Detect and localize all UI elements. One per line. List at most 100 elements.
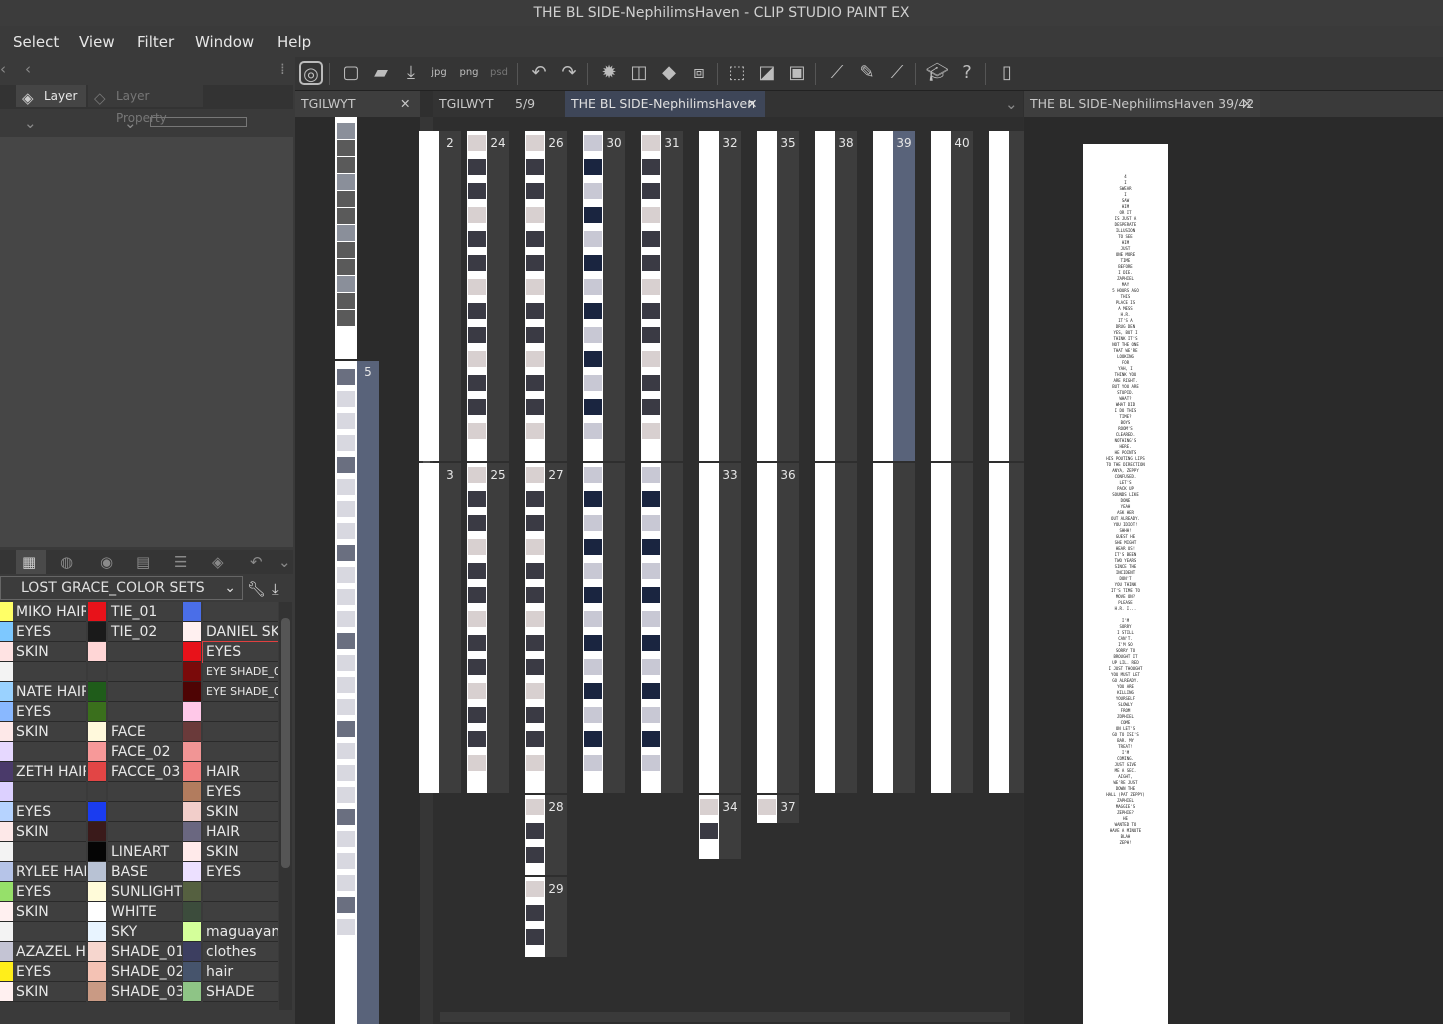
color-name[interactable] [108, 702, 182, 722]
chevron-left-icon[interactable]: ‹ [0, 60, 6, 78]
color-name[interactable] [203, 882, 278, 902]
color-swatch[interactable] [183, 642, 201, 662]
color-swatch[interactable] [183, 922, 201, 942]
color-swatch[interactable] [183, 742, 201, 762]
color-name[interactable] [203, 902, 278, 922]
color-name[interactable] [203, 722, 278, 742]
color-swatch[interactable] [0, 722, 13, 742]
deselect-icon[interactable]: ⬚ [725, 61, 749, 85]
color-name[interactable] [108, 662, 182, 682]
chevron-down-icon[interactable]: ⌄ [278, 553, 291, 571]
color-name[interactable]: FACE [108, 722, 182, 742]
color-name[interactable]: HAIR [203, 822, 278, 842]
color-swatch[interactable] [0, 942, 13, 962]
opacity-slider[interactable] [150, 117, 247, 127]
close-icon[interactable]: ✕ [1242, 91, 1252, 117]
page-thumbnail[interactable] [419, 131, 439, 461]
color-name[interactable]: SKY [108, 922, 182, 942]
color-swatch[interactable] [0, 742, 13, 762]
tab-tgilwyt[interactable]: TGILWYT ✕ [295, 91, 420, 117]
color-swatch[interactable] [183, 882, 201, 902]
color-swatch[interactable] [183, 942, 201, 962]
color-swatch[interactable] [88, 822, 106, 842]
color-name[interactable]: hair [203, 962, 278, 982]
select-all-icon[interactable]: ▣ [785, 61, 809, 85]
history-icon[interactable]: ◈ [212, 553, 224, 571]
clear-icon[interactable]: ◫ [627, 61, 651, 85]
color-name[interactable] [203, 742, 278, 762]
color-swatch[interactable] [183, 802, 201, 822]
color-circle-icon[interactable]: ◉ [100, 553, 113, 571]
color-name[interactable]: WHITE [108, 902, 182, 922]
color-name[interactable] [13, 922, 86, 942]
color-name[interactable]: SHADE_02 [108, 962, 182, 982]
color-name[interactable] [108, 802, 182, 822]
undo-icon[interactable]: ↶ [527, 61, 551, 85]
color-swatch[interactable] [88, 622, 106, 642]
color-name[interactable]: AZAZEL HAIR [13, 942, 86, 962]
color-set-scrollbar[interactable] [279, 602, 292, 1010]
color-swatch[interactable] [183, 722, 201, 742]
page-thumbnail[interactable] [931, 463, 951, 793]
color-name[interactable]: EYES [13, 702, 86, 722]
page-thumbnail[interactable] [757, 463, 777, 793]
color-swatch[interactable] [0, 862, 13, 882]
color-swatch[interactable] [88, 902, 106, 922]
page-thumbnail[interactable] [873, 463, 893, 793]
color-name[interactable]: SKIN [13, 902, 86, 922]
color-name[interactable] [108, 822, 182, 842]
horizontal-scrollbar[interactable] [440, 1012, 1010, 1022]
learn-icon[interactable]: 🎓︎ [925, 61, 949, 85]
color-name[interactable]: HAIR [203, 762, 278, 782]
menu-help[interactable]: Help [277, 33, 311, 51]
menu-view[interactable]: View [79, 33, 115, 51]
tab-tgilwyt-pages[interactable]: TGILWYT 5/9 [433, 91, 563, 117]
export-psd-icon[interactable]: psd [487, 61, 511, 85]
page-thumbnail[interactable] [815, 463, 835, 793]
color-swatch[interactable] [0, 662, 13, 682]
color-name[interactable]: BASE [108, 862, 182, 882]
color-swatch[interactable] [0, 822, 13, 842]
color-name[interactable] [108, 782, 182, 802]
color-name[interactable]: EYES [203, 862, 278, 882]
color-swatch[interactable] [183, 862, 201, 882]
color-swatch[interactable] [183, 682, 201, 702]
color-name[interactable]: FACCE_03 [108, 762, 182, 782]
color-swatch[interactable] [88, 762, 106, 782]
color-name[interactable]: EYE SHADE_0 [203, 682, 278, 702]
color-name[interactable]: EYES [13, 962, 86, 982]
scrollbar-thumb[interactable] [281, 618, 290, 868]
color-name[interactable]: EYES [203, 782, 278, 802]
color-name[interactable]: LINEART [108, 842, 182, 862]
wrench-icon[interactable]: 🔧︎ [247, 580, 266, 598]
color-swatch[interactable] [88, 802, 106, 822]
color-name[interactable]: SHADE [203, 982, 278, 1002]
smartphone-icon[interactable]: ▯ [995, 61, 1019, 85]
fill-icon[interactable]: ◆ [657, 61, 681, 85]
color-swatch[interactable] [88, 922, 106, 942]
color-name[interactable]: DANIEL SKIN [203, 622, 278, 642]
clip-studio-icon[interactable]: ◎ [299, 61, 323, 85]
color-swatch[interactable] [183, 962, 201, 982]
color-name[interactable]: EYES [13, 802, 86, 822]
color-name[interactable]: SKIN [203, 802, 278, 822]
color-swatch[interactable] [0, 602, 13, 622]
help-icon[interactable]: ? [955, 61, 979, 85]
color-name[interactable]: MIKO HAIR [13, 602, 86, 622]
color-swatch[interactable] [88, 602, 106, 622]
color-name[interactable] [13, 782, 86, 802]
color-set-dropdown[interactable]: LOST GRACE_COLOR SETS ⌄ [0, 576, 243, 600]
film-icon[interactable]: ▤ [136, 553, 150, 571]
close-icon[interactable]: ✕ [400, 91, 410, 117]
color-swatch[interactable] [183, 602, 201, 622]
color-swatch[interactable] [88, 722, 106, 742]
color-swatch[interactable] [183, 822, 201, 842]
redo-icon[interactable]: ↷ [557, 61, 581, 85]
layer-list[interactable] [0, 137, 293, 547]
color-swatch[interactable] [88, 682, 106, 702]
slider-icon[interactable]: ☰ [174, 553, 187, 571]
page-thumbnail[interactable] [989, 463, 1009, 793]
color-swatch[interactable] [0, 962, 13, 982]
color-wheel-icon[interactable]: ◍ [60, 553, 73, 571]
pen-icon[interactable]: ✎ [855, 61, 879, 85]
